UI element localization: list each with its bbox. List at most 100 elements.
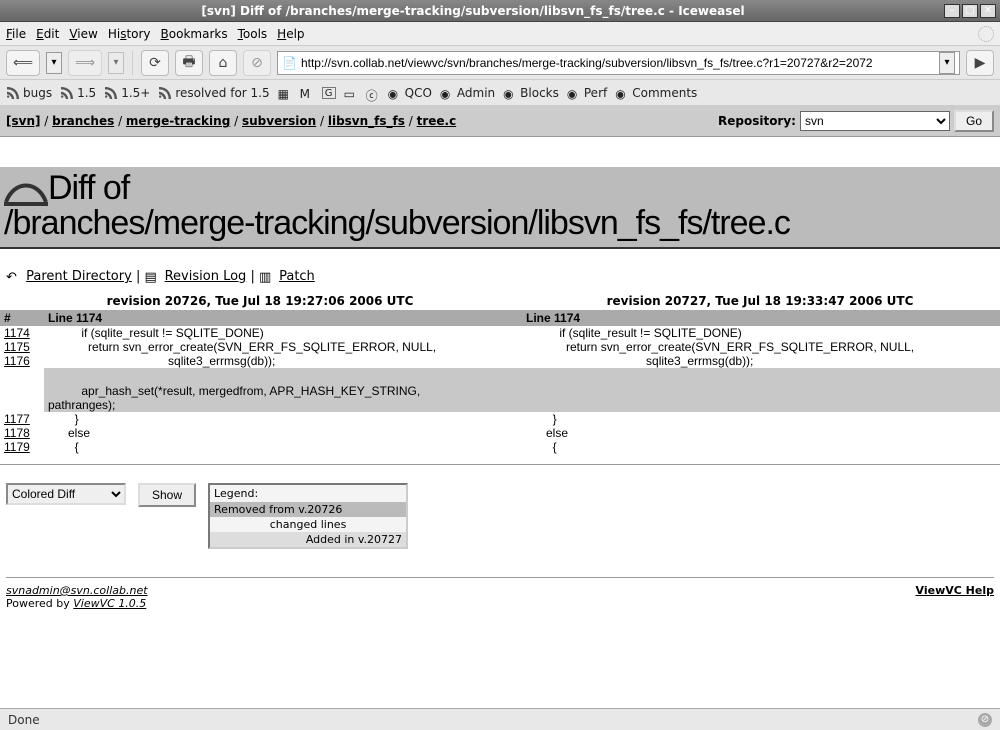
breadcrumb-libsvn-fs-fs[interactable]: libsvn_fs_fs bbox=[328, 114, 405, 128]
g-icon: G bbox=[322, 87, 336, 99]
throbber-icon bbox=[978, 26, 994, 42]
back-history-dropdown[interactable]: ▾ bbox=[46, 52, 62, 74]
heading-line1: Diff of bbox=[48, 169, 129, 207]
menu-view[interactable]: View bbox=[69, 27, 97, 41]
line-number-link[interactable]: 1176 bbox=[4, 354, 30, 368]
repository-select[interactable]: svn bbox=[800, 111, 950, 131]
bookmark-qco[interactable]: ◉QCO bbox=[388, 86, 432, 100]
line-number-link[interactable]: 1174 bbox=[4, 326, 30, 340]
repository-label: Repository: bbox=[718, 114, 796, 128]
go-button[interactable]: ▶ bbox=[966, 50, 994, 76]
bookmark-icon-2[interactable]: ▭ bbox=[344, 87, 358, 99]
line-number-link[interactable]: 1175 bbox=[4, 340, 30, 354]
diff-cell-left: sqlite3_errmsg(db)); bbox=[44, 354, 522, 368]
menu-help[interactable]: Help bbox=[277, 27, 304, 41]
bookmark-blocks[interactable]: ◉Blocks bbox=[503, 86, 559, 100]
breadcrumb-branches[interactable]: branches bbox=[52, 114, 114, 128]
table-row: pathranges); bbox=[0, 398, 1000, 412]
stop-button[interactable]: ⊘ bbox=[243, 50, 271, 76]
viewvc-help-link[interactable]: ViewVC Help bbox=[916, 584, 994, 597]
line-number-link[interactable]: 1178 bbox=[4, 426, 30, 440]
breadcrumb-bar: [svn] / branches / merge-tracking / subv… bbox=[0, 106, 1000, 137]
diff-mode-select[interactable]: Colored Diff bbox=[6, 483, 126, 505]
log-icon: ▤ bbox=[144, 270, 160, 284]
bookmark-bugs[interactable]: bugs bbox=[6, 86, 52, 100]
breadcrumb: [svn] / branches / merge-tracking / subv… bbox=[6, 114, 456, 128]
breadcrumb-tree-c[interactable]: tree.c bbox=[417, 114, 457, 128]
diff-col-line-left: Line 1174 bbox=[44, 310, 522, 326]
admin-email-link[interactable]: svnadmin@svn.collab.net bbox=[6, 584, 148, 597]
bookmark-mail[interactable]: M bbox=[300, 87, 314, 99]
diff-cell-left: if (sqlite_result != SQLITE_DONE) bbox=[44, 326, 522, 340]
feed-icon bbox=[158, 87, 172, 99]
bookmark-comments[interactable]: ◉Comments bbox=[615, 86, 697, 100]
diff-cell-left: } bbox=[44, 412, 522, 426]
diff-cell-right: sqlite3_errmsg(db)); bbox=[522, 354, 1000, 368]
security-icon: ⊘ bbox=[978, 713, 992, 727]
diff-col-hash: # bbox=[0, 310, 44, 326]
window-close-button[interactable]: ✕ bbox=[980, 4, 996, 18]
bookmark-admin[interactable]: ◉Admin bbox=[440, 86, 495, 100]
bookmark-perf[interactable]: ◉Perf bbox=[567, 86, 607, 100]
menu-history[interactable]: History bbox=[108, 27, 151, 41]
diff-cell-right: else bbox=[522, 426, 1000, 440]
menu-bar: File Edit View History Bookmarks Tools H… bbox=[0, 22, 1000, 46]
url-input[interactable] bbox=[301, 56, 935, 70]
page-heading: Diff of /branches/merge-tracking/subvers… bbox=[0, 167, 1000, 249]
globe-icon: ◉ bbox=[567, 87, 581, 99]
bookmark-1-5-plus[interactable]: 1.5+ bbox=[104, 86, 150, 100]
bookmark-resolved-1-5[interactable]: resolved for 1.5 bbox=[158, 86, 269, 100]
table-row: 1176 sqlite3_errmsg(db)); sqlite3_errmsg… bbox=[0, 354, 1000, 368]
window-minimize-button[interactable]: – bbox=[944, 4, 960, 18]
page-content: [svn] / branches / merge-tracking / subv… bbox=[0, 106, 1000, 708]
globe-icon: ◉ bbox=[440, 87, 454, 99]
viewvc-version-link[interactable]: ViewVC 1.0.5 bbox=[73, 597, 146, 610]
bookmark-cb[interactable]: ⓒ bbox=[366, 87, 380, 99]
breadcrumb-subversion[interactable]: subversion bbox=[242, 114, 316, 128]
home-button[interactable]: ⌂ bbox=[209, 50, 237, 76]
forward-button[interactable]: ⟹ bbox=[68, 50, 102, 76]
revision-header: revision 20726, Tue Jul 18 19:27:06 2006… bbox=[0, 292, 1000, 310]
mail-icon: M bbox=[300, 87, 314, 99]
menu-file[interactable]: File bbox=[6, 27, 26, 41]
diff-cell-left: return svn_error_create(SVN_ERR_FS_SQLIT… bbox=[44, 340, 522, 354]
legend-added: Added in v.20727 bbox=[210, 532, 406, 547]
breadcrumb-merge-tracking[interactable]: merge-tracking bbox=[126, 114, 230, 128]
diff-cell-left bbox=[44, 368, 522, 384]
bookmark-icon-1[interactable]: ▦ bbox=[278, 87, 292, 99]
navigation-toolbar: ⟸ ▾ ⟹ ▾ ⟳ 🖶 ⌂ ⊘ 📄 ▾ ▶ bbox=[0, 46, 1000, 80]
app-icon: ▭ bbox=[344, 87, 358, 99]
show-button[interactable]: Show bbox=[138, 483, 196, 507]
revision-log-link[interactable]: Revision Log bbox=[165, 269, 247, 284]
table-row: apr_hash_set(*result, mergedfrom, APR_HA… bbox=[0, 384, 1000, 398]
forward-history-dropdown[interactable]: ▾ bbox=[108, 52, 124, 74]
repository-go-button[interactable]: Go bbox=[954, 110, 994, 132]
parent-directory-link[interactable]: Parent Directory bbox=[26, 269, 132, 284]
diff-cell-right bbox=[522, 398, 1000, 412]
diff-cell-lineno: 1177 bbox=[0, 412, 44, 426]
menu-tools[interactable]: Tools bbox=[238, 27, 268, 41]
status-bar: Done ⊘ bbox=[0, 708, 1000, 730]
diff-cell-right bbox=[522, 368, 1000, 384]
menu-edit[interactable]: Edit bbox=[36, 27, 59, 41]
print-button[interactable]: 🖶 bbox=[175, 50, 203, 76]
bookmark-1-5[interactable]: 1.5 bbox=[60, 86, 96, 100]
url-history-dropdown[interactable]: ▾ bbox=[939, 52, 955, 74]
menu-bookmarks[interactable]: Bookmarks bbox=[161, 27, 228, 41]
back-button[interactable]: ⟸ bbox=[6, 50, 40, 76]
table-row: 1179 { { bbox=[0, 440, 1000, 454]
patch-link[interactable]: Patch bbox=[279, 269, 315, 284]
diff-cell-left: pathranges); bbox=[44, 398, 522, 412]
repository-selector: Repository: svn Go bbox=[718, 110, 994, 132]
url-bar[interactable]: 📄 ▾ bbox=[277, 51, 960, 75]
reload-button[interactable]: ⟳ bbox=[141, 50, 169, 76]
up-arrow-icon: ↶ bbox=[6, 270, 22, 284]
bookmark-g[interactable]: G bbox=[322, 87, 336, 99]
line-number-link[interactable]: 1179 bbox=[4, 440, 30, 454]
window-maximize-button[interactable]: ▢ bbox=[962, 4, 978, 18]
breadcrumb-svn[interactable]: [svn] bbox=[6, 114, 40, 128]
diff-cell-lineno: 1176 bbox=[0, 354, 44, 368]
status-text: Done bbox=[8, 713, 40, 727]
line-number-link[interactable]: 1177 bbox=[4, 412, 30, 426]
diff-cell-lineno bbox=[0, 384, 44, 398]
